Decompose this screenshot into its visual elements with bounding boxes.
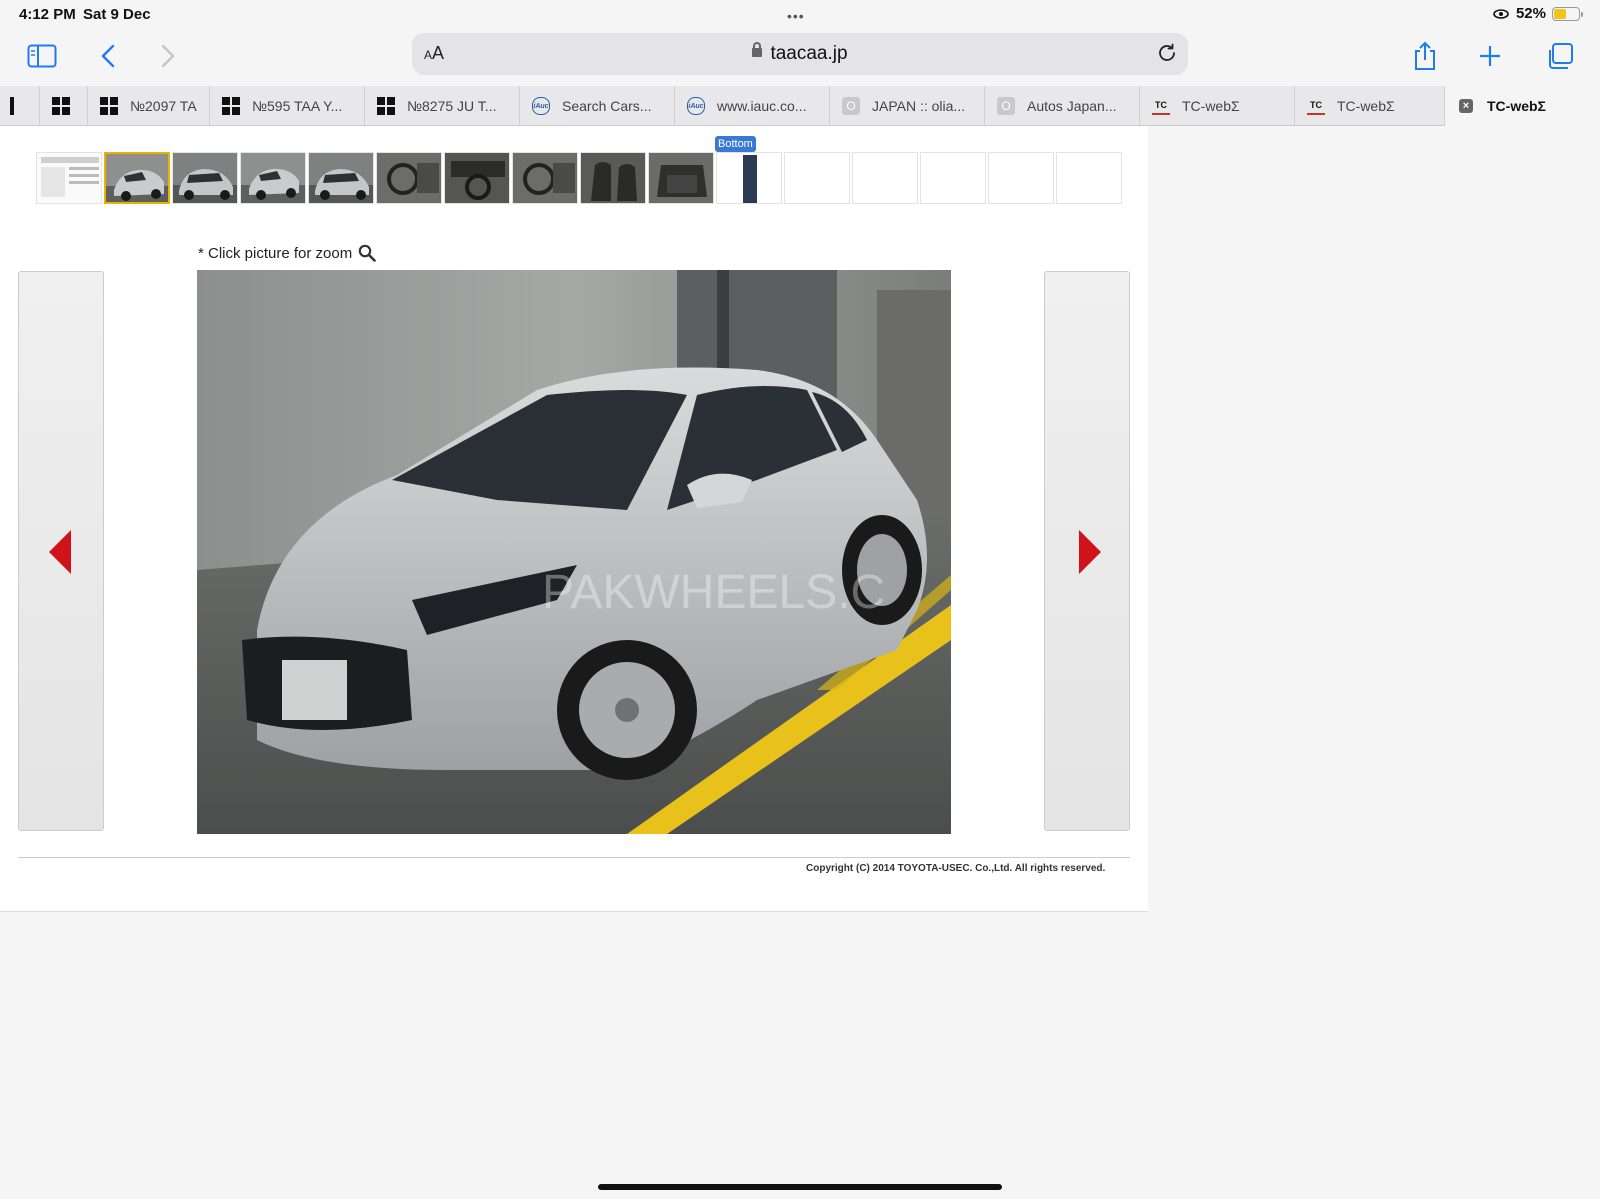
reload-icon[interactable] <box>1156 42 1178 69</box>
thumbnail-document[interactable] <box>36 152 102 204</box>
thumbnail-trunk[interactable] <box>648 152 714 204</box>
browser-toolbar: AA taacaa.jp <box>0 28 1600 84</box>
thumbnail-empty <box>852 152 918 204</box>
status-time: 4:12 PM <box>19 6 76 23</box>
tab-bar: №2097 TA №595 TAA Y... №8275 JU T... iAu… <box>0 86 1600 126</box>
tab-item[interactable]: TC TC-webΣ <box>1140 86 1295 126</box>
prev-photo-button[interactable] <box>18 271 104 831</box>
divider <box>18 857 1130 858</box>
thumbnail-car-front[interactable] <box>240 152 306 204</box>
status-date: Sat 9 Dec <box>83 6 151 23</box>
close-tab-button[interactable]: × <box>1457 97 1475 115</box>
battery-percent: 52% <box>1515 5 1546 22</box>
forward-icon[interactable] <box>148 36 188 76</box>
thumbnail-strip[interactable] <box>716 152 782 204</box>
home-indicator[interactable] <box>598 1184 1002 1190</box>
windows-icon <box>377 97 395 115</box>
url-host[interactable]: taacaa.jp <box>412 42 1188 65</box>
generic-site-icon: O <box>842 97 860 115</box>
tab-label: TC-webΣ <box>1182 98 1240 114</box>
tab-item[interactable]: №8275 JU T... <box>365 86 520 126</box>
windows-icon <box>222 97 240 115</box>
tab-item[interactable]: iAuc www.iauc.co... <box>675 86 830 126</box>
thumbnail-empty <box>988 152 1054 204</box>
zoom-hint: * Click picture for zoom <box>198 244 377 262</box>
thumbnail-car-rear[interactable] <box>172 152 238 204</box>
bottom-badge[interactable]: Bottom <box>715 136 756 152</box>
tab-active[interactable]: × TC-webΣ <box>1445 86 1600 126</box>
sidebar-icon[interactable] <box>22 36 62 76</box>
copyright-text: Copyright (C) 2014 TOYOTA-USEC. Co.,Ltd.… <box>806 863 1106 874</box>
tab-label: JAPAN :: olia... <box>872 98 966 114</box>
thumbnail-seats[interactable] <box>580 152 646 204</box>
tab-label: TC-webΣ <box>1487 98 1546 114</box>
iauc-icon: iAuc <box>532 97 550 115</box>
thumbnail-strip <box>36 152 1124 204</box>
thumbnail-dashboard[interactable] <box>444 152 510 204</box>
tab-label: TC-webΣ <box>1337 98 1395 114</box>
url-text: taacaa.jp <box>770 43 848 64</box>
zoom-hint-text: * Click picture for zoom <box>198 244 353 262</box>
windows-icon <box>100 97 118 115</box>
battery-icon <box>1552 6 1583 21</box>
tab-item[interactable]: №595 TAA Y... <box>210 86 365 126</box>
tab-item[interactable]: O JAPAN :: olia... <box>830 86 985 126</box>
plus-icon[interactable] <box>1470 36 1510 76</box>
main-car-photo[interactable]: PAKWHEELS.C <box>197 270 951 834</box>
status-right: 52% <box>1492 5 1583 22</box>
tabs-icon[interactable] <box>1540 36 1580 76</box>
generic-site-icon: O <box>997 97 1015 115</box>
close-icon: × <box>1459 99 1473 113</box>
tab-item[interactable]: №2097 TA <box>88 86 210 126</box>
tab-label: №2097 TA <box>130 98 197 114</box>
iauc-icon: iAuc <box>687 97 705 115</box>
tab-label: www.iauc.co... <box>717 98 807 114</box>
magnifier-icon <box>358 244 377 262</box>
share-icon[interactable] <box>1405 36 1445 76</box>
tab-label: №595 TAA Y... <box>252 98 343 114</box>
tab-windows[interactable] <box>40 86 88 126</box>
tab-pinned[interactable] <box>0 86 40 126</box>
tab-label: Autos Japan... <box>1027 98 1117 114</box>
lock-icon <box>752 42 763 57</box>
thumbnail-car-front[interactable] <box>104 152 170 204</box>
tc-logo-icon: TC <box>1307 97 1325 115</box>
multitasking-dots[interactable]: ••• <box>787 8 805 24</box>
tab-item[interactable]: TC TC-webΣ <box>1295 86 1445 126</box>
back-icon[interactable] <box>88 36 128 76</box>
thumbnail-empty <box>784 152 850 204</box>
thumbnail-empty <box>1056 152 1122 204</box>
tab-item[interactable]: O Autos Japan... <box>985 86 1140 126</box>
next-photo-button[interactable] <box>1044 271 1130 831</box>
tab-label: №8275 JU T... <box>407 98 497 114</box>
status-bar: 4:12 PM Sat 9 Dec ••• 52% <box>0 0 1600 28</box>
photo-watermark: PAKWHEELS.C <box>542 566 885 619</box>
page-content: Bottom * Click picture for zoom PAKWHEEL… <box>0 126 1148 912</box>
arrow-left-icon <box>49 530 71 574</box>
do-not-disturb-icon <box>1493 8 1509 19</box>
thumbnail-empty <box>920 152 986 204</box>
tab-label: Search Cars... <box>562 98 652 114</box>
thumbnail-interior[interactable] <box>376 152 442 204</box>
thumbnail-car-rear[interactable] <box>308 152 374 204</box>
address-bar[interactable]: AA taacaa.jp <box>412 33 1188 75</box>
tab-item[interactable]: iAuc Search Cars... <box>520 86 675 126</box>
tc-logo-icon: TC <box>1152 97 1170 115</box>
windows-icon <box>52 97 70 115</box>
windows-icon <box>10 97 14 115</box>
arrow-right-icon <box>1079 530 1101 574</box>
thumbnail-interior[interactable] <box>512 152 578 204</box>
